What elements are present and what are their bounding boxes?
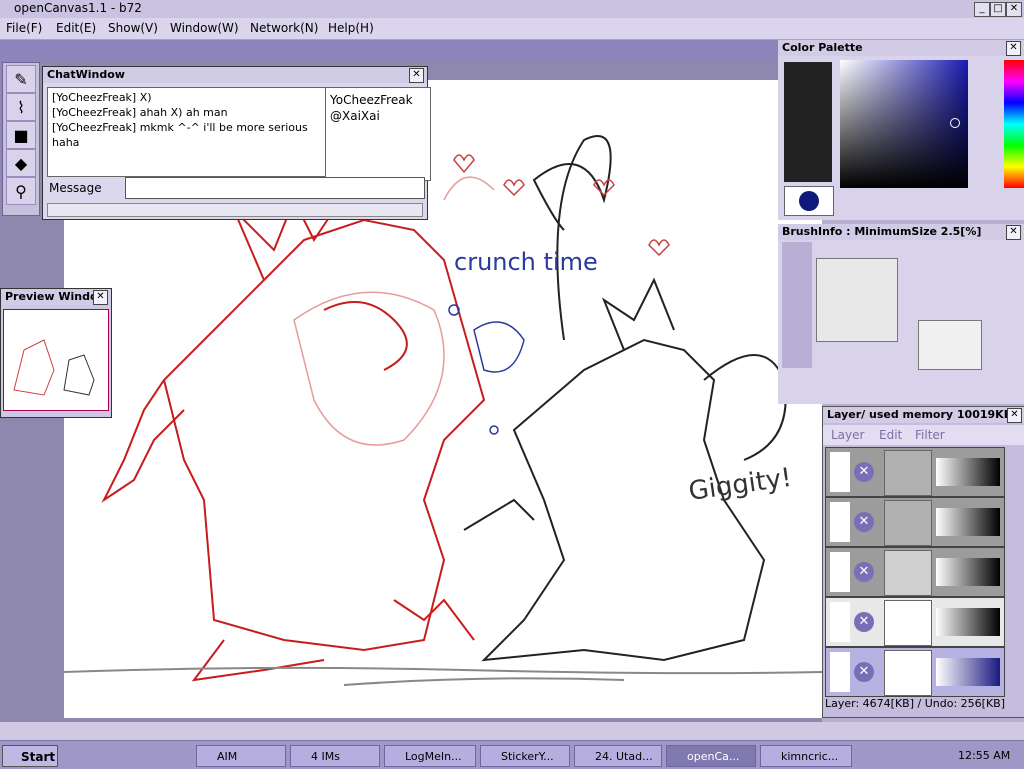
- window-title: openCanvas1.1 - b72: [14, 1, 142, 15]
- layer-thumbnail: [884, 600, 932, 646]
- start-button[interactable]: Start: [2, 745, 58, 767]
- layer-visibility-icon[interactable]: [830, 552, 850, 592]
- layer-menu-edit[interactable]: Edit: [879, 428, 902, 442]
- layer-opacity[interactable]: [936, 608, 1000, 636]
- layer-visibility-icon[interactable]: [830, 452, 850, 492]
- hue-slider[interactable]: [1004, 60, 1024, 188]
- layer-opacity[interactable]: [936, 658, 1000, 686]
- color-palette-window: Color Palette ✕: [778, 40, 1024, 220]
- current-color[interactable]: [784, 186, 834, 216]
- preview-thumbnail[interactable]: [3, 309, 109, 411]
- chat-message: [YoCheezFreak] mkmk ^-^ i'll be more ser…: [52, 121, 308, 134]
- layer-visibility-icon[interactable]: [830, 602, 850, 642]
- chat-user[interactable]: YoCheezFreak: [330, 92, 426, 108]
- brush-preview: [816, 258, 898, 342]
- picker-cursor[interactable]: [950, 118, 960, 128]
- layer-visibility-icon[interactable]: [830, 502, 850, 542]
- color-fill-tool-icon[interactable]: ■: [6, 121, 36, 149]
- zoom-tool-icon[interactable]: ⚲: [6, 177, 36, 205]
- layer-menu-filter[interactable]: Filter: [915, 428, 945, 442]
- layer-close-button[interactable]: ✕: [1007, 408, 1022, 423]
- layer-row-active[interactable]: ✕: [825, 647, 1005, 697]
- chat-close-button[interactable]: ✕: [409, 68, 424, 83]
- layer-window-title: Layer/ used memory 10019KB: [823, 407, 1024, 423]
- task-ims[interactable]: 4 IMs: [290, 745, 380, 767]
- message-input[interactable]: [125, 177, 425, 199]
- layer-opacity[interactable]: [936, 458, 1000, 486]
- preview-close-button[interactable]: ✕: [93, 290, 108, 305]
- task-stickery[interactable]: StickerY...: [480, 745, 570, 767]
- menu-window[interactable]: Window(W): [170, 21, 239, 35]
- layer-row[interactable]: ✕: [825, 497, 1005, 547]
- title-bar: openCanvas1.1 - b72 _ □ ✕: [0, 0, 1024, 18]
- menu-bar: File(F) Edit(E) Show(V) Window(W) Networ…: [0, 18, 1024, 40]
- task-aim[interactable]: AIM: [196, 745, 286, 767]
- saturation-value-picker[interactable]: [840, 60, 968, 188]
- brush-info-title: BrushInfo : MinimumSize 2.5[%]: [778, 224, 1024, 240]
- menu-show[interactable]: Show(V): [108, 21, 158, 35]
- layer-delete-icon[interactable]: ✕: [854, 462, 874, 482]
- preview-window: Preview Window ✕: [0, 288, 112, 418]
- tool-palette: ✎ ⌇ ■ ◆ ⚲: [2, 62, 40, 216]
- layer-delete-icon[interactable]: ✕: [854, 612, 874, 632]
- tool-band: [0, 40, 778, 62]
- chat-window-title: ChatWindow: [43, 67, 427, 83]
- current-color-dot: [799, 191, 819, 211]
- pressure-curve[interactable]: [918, 320, 982, 370]
- chat-user[interactable]: @XaiXai: [330, 108, 426, 124]
- chat-user-list: YoCheezFreak @XaiXai: [325, 87, 431, 181]
- preview-sketch: [13, 339, 95, 396]
- layer-row[interactable]: ✕: [825, 447, 1005, 497]
- layer-delete-icon[interactable]: ✕: [854, 562, 874, 582]
- chat-message: [YoCheezFreak] ahah X) ah man: [52, 106, 228, 119]
- minimize-button[interactable]: _: [974, 2, 990, 17]
- menu-edit[interactable]: Edit(E): [56, 21, 96, 35]
- task-logmein[interactable]: LogMeIn...: [384, 745, 476, 767]
- pen-tool-icon[interactable]: ✎: [6, 65, 36, 93]
- shape-tool-icon[interactable]: ◆: [6, 149, 36, 177]
- menu-help[interactable]: Help(H): [328, 21, 374, 35]
- layer-delete-icon[interactable]: ✕: [854, 662, 874, 682]
- clock: 12:55 AM: [958, 749, 1011, 762]
- task-utad[interactable]: 24. Utad...: [574, 745, 662, 767]
- layer-thumbnail: [884, 450, 932, 496]
- layer-thumbnail: [884, 650, 932, 696]
- brush-close-button[interactable]: ✕: [1006, 225, 1021, 240]
- menu-network[interactable]: Network(N): [250, 21, 318, 35]
- color-palette-title: Color Palette: [778, 40, 1024, 56]
- layer-window: Layer/ used memory 10019KB ✕ Layer Edit …: [822, 406, 1024, 718]
- menu-file[interactable]: File(F): [6, 21, 42, 35]
- task-opencanvas[interactable]: openCa...: [666, 745, 756, 767]
- layer-delete-icon[interactable]: ✕: [854, 512, 874, 532]
- brush-type-list[interactable]: [782, 242, 812, 368]
- layer-menu-layer[interactable]: Layer: [831, 428, 864, 442]
- layer-opacity[interactable]: [936, 508, 1000, 536]
- task-kimncric[interactable]: kimncric...: [760, 745, 852, 767]
- layer-row[interactable]: ✕: [825, 547, 1005, 597]
- layer-thumbnail: [884, 500, 932, 546]
- message-label: Message: [49, 181, 102, 195]
- taskbar: Start AIM 4 IMs LogMeIn... StickerY... 2…: [0, 740, 1024, 769]
- chat-horizontal-scrollbar[interactable]: [47, 203, 423, 217]
- maximize-button[interactable]: □: [990, 2, 1006, 17]
- chat-message: haha: [52, 136, 80, 149]
- layer-thumbnail: [884, 550, 932, 596]
- chat-log: [YoCheezFreak] X) [YoCheezFreak] ahah X)…: [47, 87, 331, 177]
- canvas-crunch-text: crunch time: [454, 248, 598, 276]
- color-palette-close-button[interactable]: ✕: [1006, 41, 1021, 56]
- layer-menu: Layer Edit Filter: [823, 425, 1024, 445]
- canvas-giggity-text: Giggity!: [687, 463, 794, 507]
- chat-message: [YoCheezFreak] X): [52, 91, 152, 104]
- gray-swatches[interactable]: [784, 62, 832, 182]
- brush-info-window: BrushInfo : MinimumSize 2.5[%] ✕: [778, 224, 1024, 404]
- layer-visibility-icon[interactable]: [830, 652, 850, 692]
- status-bar: [0, 722, 1024, 740]
- layer-opacity[interactable]: [936, 558, 1000, 586]
- layer-row[interactable]: ✕: [825, 597, 1005, 647]
- close-button[interactable]: ✕: [1006, 2, 1022, 17]
- eyedropper-tool-icon[interactable]: ⌇: [6, 93, 36, 121]
- chat-window: ChatWindow ✕ [YoCheezFreak] X) [YoCheezF…: [42, 66, 431, 220]
- layer-memory-status: Layer: 4674[KB] / Undo: 256[KB]: [825, 697, 1005, 710]
